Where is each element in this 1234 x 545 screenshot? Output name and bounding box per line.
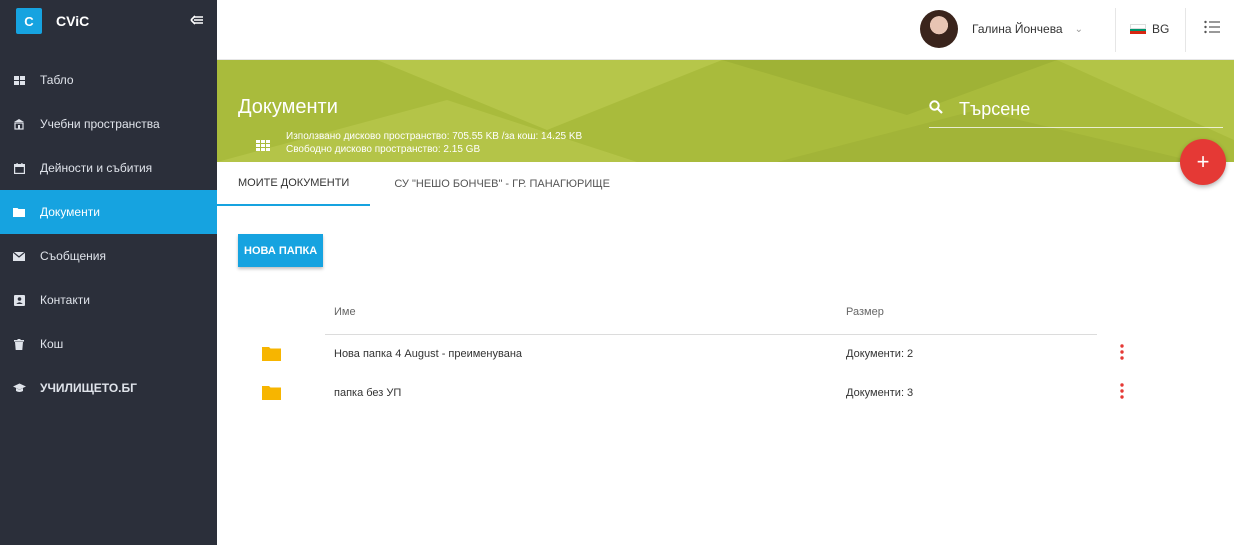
sidebar-item-messages[interactable]: Съобщения [0, 234, 217, 278]
tab-my-documents[interactable]: МОИТЕ ДОКУМЕНТИ [217, 162, 371, 206]
folder-icon [12, 205, 26, 219]
column-header-name[interactable]: Име [334, 306, 356, 318]
language-code: BG [1152, 22, 1170, 36]
column-header-size[interactable]: Размер [846, 306, 884, 318]
search-input[interactable]: Търсене [929, 92, 1223, 128]
more-options-icon[interactable] [1120, 344, 1124, 365]
folder-name[interactable]: Нова папка 4 August - преименувана [334, 348, 522, 360]
contact-card-icon [12, 293, 26, 307]
plus-icon: + [1196, 149, 1210, 174]
folder-icon [262, 385, 281, 405]
sidebar-item-label: УЧИЛИЩЕТО.БГ [40, 381, 137, 395]
sidebar-brand: C CViC [0, 0, 217, 42]
folder-name[interactable]: папка без УП [334, 387, 401, 399]
dashboard-icon [12, 73, 26, 87]
calendar-icon [12, 161, 26, 175]
sidebar-item-label: Табло [40, 73, 74, 87]
sidebar-item-dashboard[interactable]: Табло [0, 58, 217, 102]
sidebar-item-label: Контакти [40, 293, 90, 307]
collapse-sidebar-icon[interactable] [190, 13, 204, 31]
folder-size: Документи: 3 [846, 387, 914, 399]
storage-free: Свободно дисково пространство: 2.15 GB [286, 144, 481, 155]
table-header-divider [325, 334, 1097, 335]
storage-used: Използвано дисково пространство: 705.55 … [286, 131, 583, 142]
app-root: C CViC Табло Учебни пространства Дейност… [0, 0, 1234, 545]
sidebar-item-label: Учебни пространства [40, 117, 160, 131]
page-header: Документи Използвано дисково пространств… [217, 60, 1234, 162]
app-name: CViC [56, 13, 90, 29]
sidebar-item-label: Дейности и събития [40, 161, 153, 175]
sidebar-item-documents[interactable]: Документи [0, 190, 217, 234]
bulgarian-flag-icon [1130, 24, 1146, 35]
more-options-icon[interactable] [1120, 383, 1124, 404]
sidebar-item-label: Кош [40, 337, 64, 351]
search-icon[interactable] [929, 100, 943, 119]
sidebar: C CViC Табло Учебни пространства Дейност… [0, 0, 217, 545]
divider [1185, 8, 1186, 52]
sidebar-item-label: Документи [40, 205, 100, 219]
add-button[interactable]: + [1180, 139, 1226, 185]
folder-size: Документи: 2 [846, 348, 914, 360]
app-logo[interactable]: C [16, 8, 42, 34]
new-folder-button[interactable]: НОВА ПАПКА [238, 234, 324, 267]
trash-icon [12, 337, 26, 351]
user-name: Галина Йончева [972, 22, 1063, 36]
table-row[interactable]: папка без УП Документи: 3 [238, 375, 1234, 413]
table-row[interactable]: Нова папка 4 August - преименувана Докум… [238, 336, 1234, 374]
search-placeholder: Търсене [959, 99, 1031, 119]
page-title: Документи [238, 96, 338, 118]
graduation-cap-icon [12, 381, 26, 395]
sidebar-item-classrooms[interactable]: Учебни пространства [0, 102, 217, 146]
envelope-icon [12, 249, 26, 263]
top-bar: Галина Йончева ⌄ BG [217, 0, 1234, 60]
storage-info: Използвано дисково пространство: 705.55 … [286, 130, 582, 156]
language-selector[interactable]: BG [1130, 22, 1169, 36]
sidebar-nav: Табло Учебни пространства Дейности и съб… [0, 58, 217, 410]
sidebar-item-contacts[interactable]: Контакти [0, 278, 217, 322]
avatar[interactable] [920, 10, 958, 48]
list-menu-icon[interactable] [1204, 20, 1220, 39]
chevron-down-icon: ⌄ [1074, 23, 1083, 35]
divider [1115, 8, 1116, 52]
tab-school-documents[interactable]: СУ "НЕШО БОНЧЕВ" - ГР. ПАНАГЮРИЩЕ [373, 162, 631, 206]
storage-icon [256, 138, 270, 156]
folder-icon [262, 346, 281, 366]
sidebar-item-label: Съобщения [40, 249, 106, 263]
tab-bar: МОИТЕ ДОКУМЕНТИ СУ "НЕШО БОНЧЕВ" - ГР. П… [217, 162, 1234, 206]
classroom-icon [12, 117, 26, 131]
user-menu[interactable]: Галина Йончева ⌄ [920, 10, 1083, 48]
sidebar-item-events[interactable]: Дейности и събития [0, 146, 217, 190]
sidebar-item-trash[interactable]: Кош [0, 322, 217, 366]
sidebar-item-school-bg[interactable]: УЧИЛИЩЕТО.БГ [0, 366, 217, 410]
